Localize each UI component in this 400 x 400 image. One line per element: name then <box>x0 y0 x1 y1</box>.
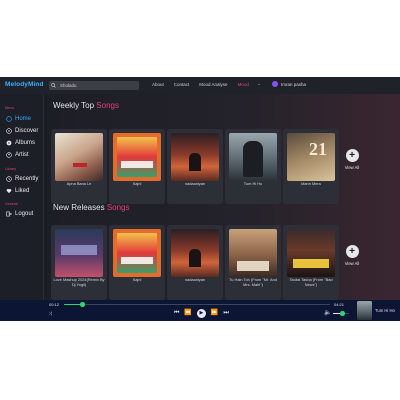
sidebar-item-home[interactable]: Home <box>6 116 31 122</box>
song-card[interactable]: nadaaniyan <box>167 225 223 300</box>
chevron-down-icon[interactable]: ⌄ <box>257 81 261 87</box>
plus-icon: + <box>345 245 359 258</box>
album-art <box>113 229 161 277</box>
sidebar-item-recently[interactable]: Recently <box>6 176 38 182</box>
sidebar-item-label: Liked <box>15 188 30 194</box>
top-nav: About Contact Mood Analyse Mood <box>152 82 249 87</box>
search-box[interactable]: Sholadu <box>49 81 139 90</box>
song-title: nadaaniyan <box>184 277 206 282</box>
sidebar-item-albums[interactable]: Albums <box>6 140 35 146</box>
sidebar-item-label: Albums <box>15 140 36 146</box>
song-title: Sajni <box>132 181 142 186</box>
sidebar-item-liked[interactable]: Liked <box>6 188 29 194</box>
top-bar: MelodyMind Sholadu About Contact Mood An… <box>0 77 400 94</box>
home-icon <box>6 116 12 122</box>
sidebar-item-label: Artist <box>15 152 29 158</box>
song-card[interactable]: nadaaniyan <box>167 129 223 204</box>
disc-icon <box>6 140 12 146</box>
rewind-icon[interactable]: ⏪ <box>184 310 191 317</box>
main-content: Weekly Top Songs Apna Bana Le Sajni nada… <box>45 94 400 300</box>
song-card[interactable]: Apna Bana Le <box>51 129 107 204</box>
song-card[interactable]: Tu Hain Toh (From "Mr. And Mrs. Mahi") <box>225 225 281 300</box>
album-art <box>113 133 161 181</box>
sidebar-item-artist[interactable]: Artist <box>6 152 29 158</box>
song-title: Tauba Tauba (From "Bad Newz") <box>289 277 333 287</box>
album-art <box>55 229 103 277</box>
album-art <box>229 229 277 277</box>
volume-handle[interactable] <box>340 311 345 316</box>
fast-forward-icon[interactable]: ⏩ <box>211 310 218 317</box>
song-card[interactable]: Tum Hi Ho <box>225 129 281 204</box>
sidebar-item-discover[interactable]: Discover <box>6 128 38 134</box>
volume-slider[interactable] <box>333 311 349 316</box>
song-card[interactable]: 21 Mann Mera <box>283 129 339 204</box>
now-playing-title: Tum Hi Ho <box>375 308 395 313</box>
progress-handle[interactable] <box>80 302 85 307</box>
user-name: Imran pasha <box>281 81 307 87</box>
search-icon <box>49 81 58 90</box>
logout-icon <box>6 211 12 217</box>
playback-controls: ⏮ ⏪ ▶ ⏩ ⏭ <box>174 309 229 318</box>
weekly-view-all-button[interactable]: + View All <box>340 149 364 170</box>
clock-icon <box>6 176 12 182</box>
general-section-title: General <box>5 202 18 206</box>
nav-about[interactable]: About <box>152 82 164 87</box>
song-title: Tum Hi Ho <box>243 181 263 186</box>
skip-next-icon[interactable]: ⏭ <box>223 310 228 317</box>
sidebar: Menu Home Discover Albums Artist Library… <box>0 94 44 300</box>
song-title: Sajni <box>132 277 142 282</box>
nav-mood-analyse[interactable]: Mood Analyse <box>199 82 227 87</box>
album-art <box>55 133 103 181</box>
artist-icon <box>6 152 12 158</box>
weekly-top-row: Apna Bana Le Sajni nadaaniyan Tum Hi Ho … <box>48 129 339 204</box>
sidebar-item-label: Home <box>15 116 32 122</box>
new-releases-row: Love Mashup 2024(Remix By Dj Yogii) Sajn… <box>48 225 339 300</box>
heart-icon <box>6 189 12 194</box>
song-card[interactable]: Love Mashup 2024(Remix By Dj Yogii) <box>51 225 107 300</box>
song-card[interactable]: Sajni <box>109 129 165 204</box>
album-art <box>171 133 219 181</box>
now-playing-art <box>357 301 372 320</box>
song-card[interactable]: Sajni <box>109 225 165 300</box>
nav-mood[interactable]: Mood <box>238 82 249 87</box>
album-art <box>229 133 277 181</box>
song-card[interactable]: Tauba Tauba (From "Bad Newz") <box>283 225 339 300</box>
song-title: Apna Bana Le <box>66 181 92 186</box>
song-title: nadaaniyan <box>184 181 206 186</box>
song-title: Mann Mera <box>301 181 321 186</box>
plus-icon: + <box>345 149 359 162</box>
avatar <box>272 81 278 87</box>
releases-view-all-button[interactable]: + View All <box>340 245 364 266</box>
song-title: Love Mashup 2024(Remix By Dj Yogii) <box>53 277 105 287</box>
skip-previous-icon[interactable]: ⏮ <box>174 310 179 317</box>
menu-section-title: Menu <box>5 106 14 110</box>
sidebar-item-label: Discover <box>15 128 39 134</box>
shuffle-icon[interactable]: ⤨ <box>48 311 52 317</box>
player-bar: 00:12 04:21 ⤨ ⏮ ⏪ ▶ ⏩ ⏭ 🔈 Tum Hi Ho <box>0 300 400 321</box>
compass-icon <box>6 128 12 134</box>
library-section-title: Library <box>5 167 16 171</box>
album-art <box>171 229 219 277</box>
duration: 04:21 <box>334 302 345 307</box>
play-button[interactable]: ▶ <box>196 309 206 318</box>
sidebar-item-logout[interactable]: Logout <box>6 211 33 217</box>
app-window: MelodyMind Sholadu About Contact Mood An… <box>0 77 400 321</box>
user-menu[interactable]: Imran pasha <box>272 81 306 87</box>
search-input[interactable]: Sholadu <box>60 83 77 88</box>
volume-icon[interactable]: 🔈 <box>324 309 331 316</box>
weekly-top-heading: Weekly Top Songs <box>53 101 119 110</box>
nav-contact[interactable]: Contact <box>174 82 190 87</box>
song-title: Tu Hain Toh (From "Mr. And Mrs. Mahi") <box>229 277 277 287</box>
progress-slider[interactable] <box>64 302 330 307</box>
logo[interactable]: MelodyMind <box>5 81 44 88</box>
new-releases-heading: New Releases Songs <box>53 203 130 212</box>
album-art: 21 <box>287 133 335 181</box>
current-time: 00:12 <box>49 302 60 307</box>
album-art <box>287 229 335 277</box>
sidebar-item-label: Recently <box>15 176 39 182</box>
sidebar-item-label: Logout <box>15 211 34 217</box>
